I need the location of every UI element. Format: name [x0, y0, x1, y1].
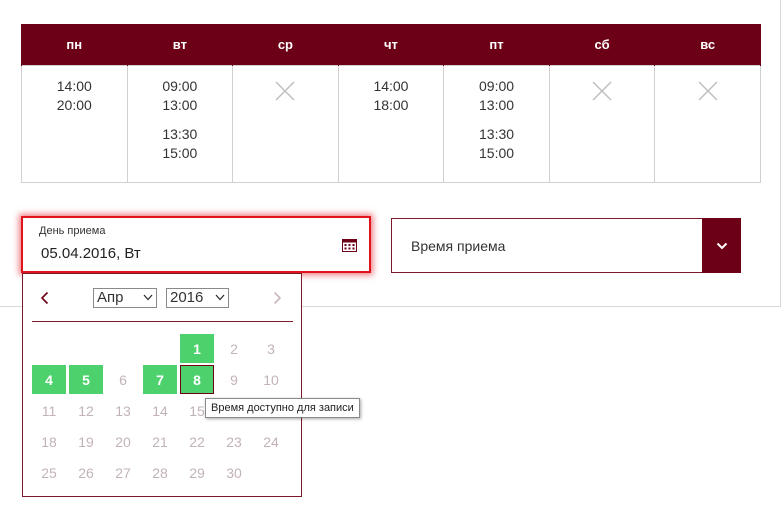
chevron-left-icon — [40, 291, 49, 305]
month-select[interactable]: Апр — [93, 288, 157, 308]
calendar-day: 30 — [226, 464, 242, 481]
unavailable-x-icon — [592, 80, 612, 106]
calendar-day: 10 — [263, 371, 279, 388]
time-slot: 14:00 18:00 — [339, 77, 444, 115]
time-slot-start: 14:00 — [56, 77, 92, 94]
available-day[interactable]: 4 — [32, 365, 66, 394]
calendar-day: 27 — [115, 464, 131, 481]
date-field-label: День приема — [39, 225, 106, 237]
schedule-day-header: чт — [337, 24, 445, 65]
calendar-day: 14 — [152, 402, 168, 419]
availability-tooltip: Время доступно для записи — [205, 398, 360, 418]
schedule-header-row: пн вт ср чт пт сб вс — [21, 24, 761, 65]
schedule-day-header: пт — [443, 24, 550, 65]
schedule-day-cell: 09:00 13:00 13:30 15:00 — [126, 64, 234, 183]
time-slot-start: 09:00 — [162, 77, 198, 94]
calendar-day: 22 — [189, 433, 205, 450]
calendar-day: 9 — [230, 371, 238, 388]
time-slot-end: 13:00 — [479, 96, 515, 113]
unavailable-x-icon — [698, 80, 718, 106]
unavailable-x-icon — [275, 80, 295, 106]
time-slot-start: 13:30 — [162, 125, 198, 142]
time-slot-end: 20:00 — [56, 96, 92, 113]
calendar-day: 2 — [230, 340, 238, 357]
calendar-day: 12 — [78, 402, 94, 419]
time-slot: 14:00 20:00 — [22, 77, 127, 115]
datepicker-popup: Апр 2016 1 2 3 4 5 6 7 8 9 10 11 12 13 14 15 18 19 20 21 22… — [22, 273, 302, 497]
time-slot-end: 18:00 — [373, 96, 409, 113]
schedule-day-cell — [232, 64, 339, 183]
time-slot: 13:30 15:00 — [128, 125, 233, 163]
calendar-day: 25 — [41, 464, 57, 481]
chevron-down-icon — [716, 242, 727, 249]
time-select-placeholder: Время приема — [411, 238, 506, 254]
available-day[interactable]: 7 — [143, 365, 177, 394]
calendar-day: 23 — [226, 433, 242, 450]
schedule-day-cell — [654, 64, 761, 183]
time-slot: 09:00 13:00 — [128, 77, 233, 115]
time-slot-end: 13:00 — [162, 96, 198, 113]
chevron-right-icon — [273, 291, 282, 305]
calendar-day: 21 — [152, 433, 168, 450]
select-caret-icon — [215, 294, 225, 301]
calendar-day: 29 — [189, 464, 205, 481]
calendar-day: 11 — [41, 402, 57, 419]
schedule-day-header: сб — [548, 24, 656, 65]
calendar-day: 28 — [152, 464, 168, 481]
select-caret-icon — [143, 294, 153, 301]
next-month-button[interactable] — [273, 291, 282, 310]
datepicker-divider — [32, 321, 293, 322]
appointment-time-select[interactable]: Время приема — [391, 218, 741, 273]
available-day[interactable]: 1 — [180, 334, 214, 363]
time-slot: 09:00 13:00 — [444, 77, 549, 115]
schedule-day-header: вт — [126, 24, 234, 65]
calendar-day: 24 — [263, 433, 279, 450]
time-slot-start: 09:00 — [479, 77, 515, 94]
time-slot: 13:30 15:00 — [444, 125, 549, 163]
prev-month-button[interactable] — [40, 291, 49, 310]
schedule-table: пн вт ср чт пт сб вс 14:00 20:00 09:00 13:00 13:30… — [21, 24, 761, 183]
calendar-icon[interactable] — [342, 238, 357, 257]
month-select-value: Апр — [97, 289, 124, 306]
schedule-day-cell: 09:00 13:00 13:30 15:00 — [443, 64, 550, 183]
schedule-day-cell: 14:00 18:00 — [337, 64, 445, 183]
calendar-day: 6 — [119, 371, 127, 388]
schedule-day-header: вс — [654, 24, 761, 65]
time-slot-start: 13:30 — [479, 125, 515, 142]
time-slot-end: 15:00 — [162, 144, 198, 161]
calendar-day: 20 — [115, 433, 131, 450]
available-day[interactable]: 8 — [180, 365, 214, 394]
date-field-value[interactable]: 05.04.2016, Вт — [41, 245, 141, 262]
schedule-day-header: пн — [21, 24, 128, 65]
time-slot-start: 14:00 — [373, 77, 409, 94]
schedule-body-row: 14:00 20:00 09:00 13:00 13:30 15:00 14:00 18:00… — [21, 64, 761, 183]
schedule-day-cell — [548, 64, 656, 183]
appointment-date-field[interactable]: День приема 05.04.2016, Вт — [21, 216, 371, 273]
calendar-day: 13 — [115, 402, 131, 419]
calendar-day: 18 — [41, 433, 57, 450]
year-select[interactable]: 2016 — [166, 288, 229, 308]
schedule-day-cell: 14:00 20:00 — [21, 64, 128, 183]
calendar-day: 26 — [78, 464, 94, 481]
schedule-day-header: ср — [232, 24, 339, 65]
calendar-day: 19 — [78, 433, 94, 450]
calendar-day: 3 — [267, 340, 275, 357]
year-select-value: 2016 — [170, 289, 204, 306]
time-slot-end: 15:00 — [479, 144, 515, 161]
time-select-toggle[interactable] — [702, 218, 741, 273]
available-day[interactable]: 5 — [69, 365, 103, 394]
